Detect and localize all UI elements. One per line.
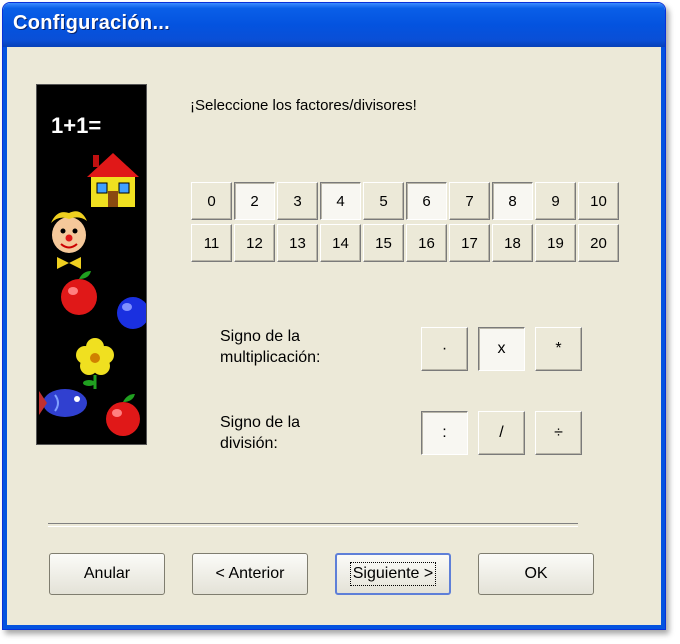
factor-toggle-3[interactable]: 3 — [277, 182, 318, 220]
factor-toggle-11[interactable]: 11 — [191, 224, 232, 262]
factor-toggle-4[interactable]: 4 — [320, 182, 361, 220]
house-icon — [87, 153, 139, 207]
factor-toggle-6[interactable]: 6 — [406, 182, 447, 220]
division-sign-option-2[interactable]: / — [478, 411, 525, 455]
label-line: multiplicación: — [220, 349, 321, 366]
factor-toggle-7[interactable]: 7 — [449, 182, 490, 220]
factor-toggle-14[interactable]: 14 — [320, 224, 361, 262]
ok-button[interactable]: OK — [478, 553, 594, 595]
window-title: Configuración... — [13, 12, 171, 34]
next-button-label: Siguiente > — [349, 562, 437, 586]
factor-toggle-15[interactable]: 15 — [363, 224, 404, 262]
factor-toggle-2[interactable]: 2 — [234, 182, 275, 220]
division-sign-label: Signo de la división: — [220, 412, 300, 454]
factor-toggle-13[interactable]: 13 — [277, 224, 318, 262]
window-border-left — [3, 47, 7, 629]
factor-toggle-20[interactable]: 20 — [578, 224, 619, 262]
factor-toggle-18[interactable]: 18 — [492, 224, 533, 262]
title-bar[interactable]: Configuración... — [3, 3, 665, 47]
factor-toggle-5[interactable]: 5 — [363, 182, 404, 220]
factor-toggle-10[interactable]: 10 — [578, 182, 619, 220]
factor-toggle-17[interactable]: 17 — [449, 224, 490, 262]
label-line: Signo de la — [220, 328, 301, 345]
apple-icon — [106, 394, 140, 436]
multiplication-sign-option-2[interactable]: x — [478, 327, 525, 371]
back-button-label: < Anterior — [215, 565, 285, 582]
instruction-text: ¡Seleccione los factores/divisores! — [190, 97, 417, 114]
apple-icon — [61, 271, 97, 315]
factor-toggle-9[interactable]: 9 — [535, 182, 576, 220]
ball-icon — [117, 297, 149, 329]
multiplication-sign-option-3[interactable]: * — [535, 327, 582, 371]
factor-toggle-12[interactable]: 12 — [234, 224, 275, 262]
window-border-bottom — [3, 625, 665, 629]
fish-icon — [39, 389, 87, 417]
next-button[interactable]: Siguiente > — [335, 553, 451, 595]
factor-toggle-8[interactable]: 8 — [492, 182, 533, 220]
back-button[interactable]: < Anterior — [192, 553, 308, 595]
label-line: división: — [220, 435, 278, 452]
division-sign-option-3[interactable]: ÷ — [535, 411, 582, 455]
division-sign-option-1[interactable]: : — [421, 411, 468, 455]
label-line: Signo de la — [220, 414, 301, 431]
decorative-picture: 1+1= — [36, 84, 149, 445]
separator-line — [48, 523, 578, 527]
factor-toggle-19[interactable]: 19 — [535, 224, 576, 262]
clown-icon — [51, 211, 87, 269]
picture-caption: 1+1= — [51, 113, 101, 138]
ok-button-label: OK — [524, 565, 548, 582]
multiplication-sign-label: Signo de la multiplicación: — [220, 326, 320, 368]
cancel-button-label: Anular — [83, 565, 131, 582]
window-border-right — [661, 47, 665, 629]
multiplication-sign-option-1[interactable]: · — [421, 327, 468, 371]
flower-icon — [76, 338, 114, 389]
factor-toggle-16[interactable]: 16 — [406, 224, 447, 262]
cancel-button[interactable]: Anular — [49, 553, 165, 595]
picture-artwork: 1+1= — [39, 113, 149, 436]
factor-toggle-0[interactable]: 0 — [191, 182, 232, 220]
